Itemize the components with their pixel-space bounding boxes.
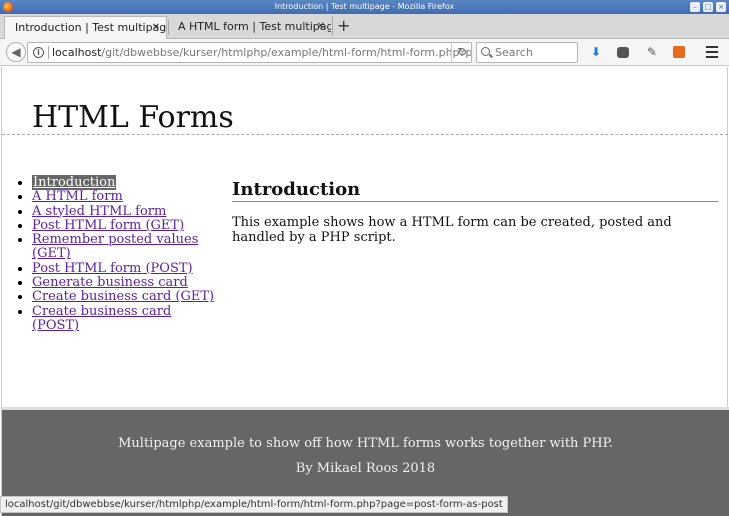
info-icon[interactable]: i bbox=[33, 47, 44, 58]
nav-item: Post HTML form (GET) bbox=[32, 218, 217, 233]
search-input[interactable]: Search bbox=[476, 42, 578, 63]
nav-link-create-card-get[interactable]: Create business card (GET) bbox=[32, 289, 214, 304]
tab-label: A HTML form | Test multipage bbox=[178, 20, 331, 33]
nav-item: Introduction bbox=[32, 175, 217, 190]
minimize-icon[interactable]: – bbox=[690, 2, 700, 12]
nav-item: Create business card (POST) bbox=[32, 304, 217, 334]
window-controls: – □ × bbox=[690, 2, 726, 12]
header-divider bbox=[2, 134, 728, 135]
nav-link-styled-html-form[interactable]: A styled HTML form bbox=[32, 204, 166, 219]
navigation-toolbar: ◀ i localhost/git/dbwebbse/kurser/htmlph… bbox=[0, 39, 729, 66]
firefox-logo-icon bbox=[3, 2, 13, 12]
maximize-icon[interactable]: □ bbox=[703, 2, 713, 12]
nav-item: A styled HTML form bbox=[32, 204, 217, 219]
nav-item: Create business card (GET) bbox=[32, 290, 217, 304]
url-path: /git/dbwebbse/kurser/htmlphp/example/htm… bbox=[101, 46, 472, 59]
nav-item: A HTML form bbox=[32, 190, 217, 204]
back-button[interactable]: ◀ bbox=[6, 42, 26, 62]
nav-link-remember-values[interactable]: Remember posted values (GET) bbox=[32, 232, 198, 261]
tab-html-form[interactable]: A HTML form | Test multipage ✕ bbox=[168, 16, 331, 39]
new-tab-button[interactable]: + bbox=[332, 16, 350, 36]
nav-item: Post HTML form (POST) bbox=[32, 261, 217, 276]
download-icon[interactable]: ⬇ bbox=[589, 45, 603, 59]
search-placeholder: Search bbox=[495, 46, 533, 59]
content-heading: Introduction bbox=[232, 179, 718, 202]
nav-link-create-card-post[interactable]: Create business card (POST) bbox=[32, 304, 171, 333]
search-icon bbox=[481, 47, 490, 56]
tab-label: Introduction | Test multipage bbox=[15, 21, 167, 34]
url-text[interactable]: localhost/git/dbwebbse/kurser/htmlphp/ex… bbox=[52, 43, 472, 62]
tab-strip: Introduction | Test multipage ✕ A HTML f… bbox=[0, 14, 729, 39]
window-title: Introduction | Test multipage - Mozilla … bbox=[274, 2, 455, 11]
library-icon[interactable] bbox=[617, 47, 629, 58]
tab-close-icon[interactable]: ✕ bbox=[317, 16, 325, 38]
addon-icon[interactable] bbox=[673, 46, 685, 58]
nav-item: Remember posted values (GET) bbox=[32, 232, 217, 262]
close-window-icon[interactable]: × bbox=[716, 2, 726, 12]
footer-author: By Mikael Roos 2018 bbox=[295, 461, 436, 476]
url-separator bbox=[48, 46, 49, 59]
nav-link-post-form-get[interactable]: Post HTML form (GET) bbox=[32, 218, 184, 233]
eyedropper-icon[interactable]: ✎ bbox=[645, 45, 659, 59]
footer-description: Multipage example to show off how HTML f… bbox=[118, 436, 613, 451]
nav-link-post-form-post[interactable]: Post HTML form (POST) bbox=[32, 261, 193, 276]
site-title: HTML Forms bbox=[32, 100, 234, 135]
tab-close-icon[interactable]: ✕ bbox=[152, 17, 160, 39]
url-bar[interactable]: i localhost/git/dbwebbse/kurser/htmlphp/… bbox=[27, 42, 472, 63]
back-arrow-icon: ◀ bbox=[11, 45, 21, 59]
url-host: localhost bbox=[52, 46, 102, 59]
tab-introduction[interactable]: Introduction | Test multipage ✕ bbox=[4, 16, 167, 39]
content-paragraph: This example shows how a HTML form can b… bbox=[232, 215, 672, 245]
reload-icon[interactable]: ↻ bbox=[450, 43, 467, 62]
nav-link-generate-card[interactable]: Generate business card bbox=[32, 275, 188, 290]
page-navigation: Introduction A HTML form A styled HTML f… bbox=[32, 175, 217, 334]
nav-link-introduction[interactable]: Introduction bbox=[32, 175, 117, 190]
hamburger-menu-icon[interactable] bbox=[706, 46, 718, 58]
window-titlebar: Introduction | Test multipage - Mozilla … bbox=[0, 0, 729, 14]
nav-link-html-form[interactable]: A HTML form bbox=[32, 189, 123, 204]
page-viewport: HTML Forms Introduction A HTML form A st… bbox=[1, 67, 729, 516]
nav-item: Generate business card bbox=[32, 275, 217, 290]
status-bar-url: localhost/git/dbwebbse/kurser/htmlphp/ex… bbox=[0, 496, 508, 513]
